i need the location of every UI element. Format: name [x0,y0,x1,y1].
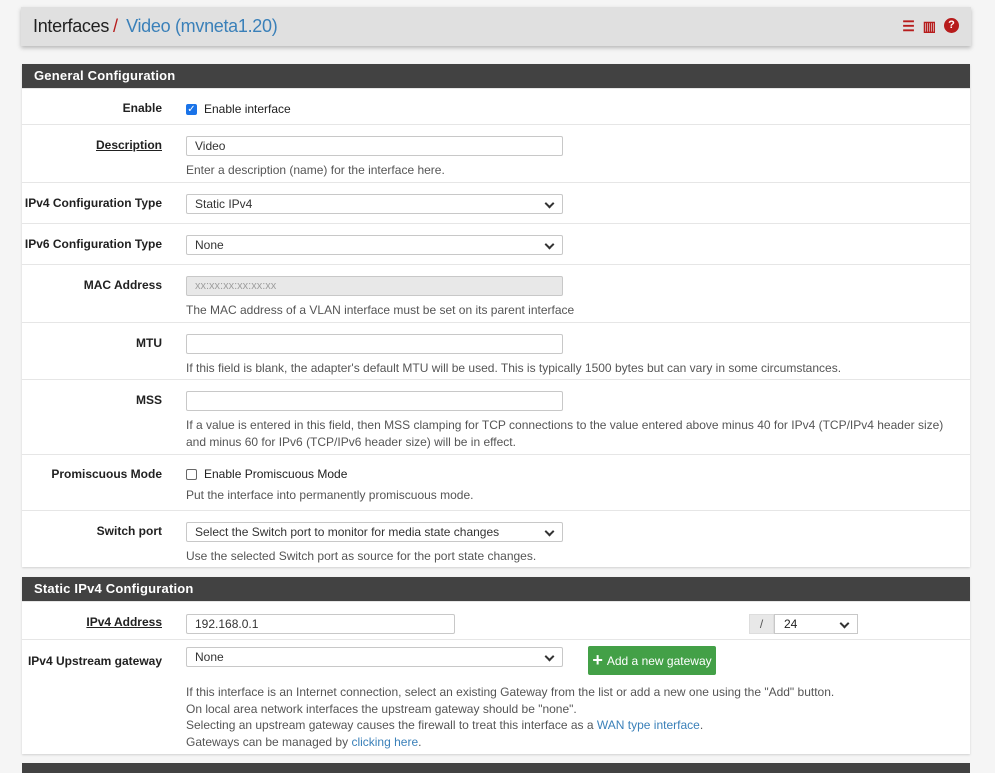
ipv6-type-row: IPv6 Configuration Type None [22,223,970,264]
description-row: Description Video Enter a description (na… [22,124,970,182]
cidr-slash: / [749,614,774,634]
sliders-icon[interactable]: ☰ [902,18,915,35]
mss-help: If a value is entered in this field, the… [186,418,944,449]
mtu-input[interactable] [186,334,563,354]
promiscuous-help: Put the interface into permanently promi… [186,488,474,502]
description-help: Enter a description (name) for the inter… [186,163,445,177]
description-input[interactable]: Video [186,136,563,156]
mac-help: The MAC address of a VLAN interface must… [186,303,575,317]
wan-type-link[interactable]: WAN type interface [597,718,700,732]
gateway-row: IPv4 Upstream gateway None + Add a new ga… [22,639,970,754]
gateway-label: IPv4 Upstream gateway [27,654,162,668]
panel-heading: General Configuration [22,64,970,88]
mss-label: MSS [135,393,162,407]
period: . [699,718,704,732]
add-gateway-button[interactable]: + Add a new gateway [588,646,716,675]
next-panel-heading [22,763,970,773]
checkbox-checked-icon[interactable]: ✓ [186,103,197,115]
gateway-select[interactable]: None [186,647,563,667]
ipv4-type-row: IPv4 Configuration Type Static IPv4 [22,182,970,223]
mss-input[interactable] [186,391,563,411]
switch-port-row: Switch port Select the Switch port to mo… [22,510,970,567]
enable-label: Enable [122,101,162,115]
promiscuous-checkbox-label: Enable Promiscuous Mode [204,467,348,481]
enable-checkbox[interactable]: ✓ Enable interface [186,102,950,116]
mss-row: MSS If a value is entered in this field,… [22,379,970,454]
enable-row: Enable ✓ Enable interface [22,88,970,124]
help-icon[interactable]: ? [944,18,959,33]
general-configuration-panel: General Configuration Enable ✓ Enable int… [22,64,970,567]
plus-icon: + [592,650,603,670]
breadcrumb-separator: / [113,16,119,36]
gateway-help-1: If this interface is an Internet connect… [186,685,835,699]
ipv4-address-label[interactable]: IPv4 Address [22,615,162,629]
gateway-help-2: On local area network interfaces the ups… [186,701,577,716]
add-gateway-label: Add a new gateway [606,653,712,668]
ipv4-type-select[interactable]: Static IPv4 [186,194,563,214]
breadcrumb: Interfaces / Video (mvneta1.20) ☰ ▥ ? [21,7,971,46]
mtu-help: If this field is blank, the adapter's de… [186,361,842,375]
promiscuous-row: Promiscuous Mode Enable Promiscuous Mode… [22,454,970,510]
ipv6-type-label: IPv6 Configuration Type [24,237,162,251]
period: . [418,734,422,749]
mac-input[interactable]: xx:xx:xx:xx:xx:xx [186,276,563,296]
cidr-select[interactable]: 24 [774,614,858,634]
gateway-help: If this interface is an Internet connect… [186,684,950,750]
breadcrumb-current[interactable]: Video (mvneta1.20) [126,16,278,37]
ipv4-address-input[interactable]: 192.168.0.1 [186,614,455,634]
panel-heading: Static IPv4 Configuration [22,577,970,601]
mtu-label: MTU [136,336,162,350]
mtu-row: MTU If this field is blank, the adapter'… [22,322,970,379]
gateway-help-4: Gateways can be managed by [186,734,352,749]
switch-port-help: Use the selected Switch port as source f… [186,549,537,563]
switch-port-label: Switch port [96,524,162,538]
ipv4-type-label: IPv4 Configuration Type [24,196,162,210]
description-label[interactable]: Description [22,138,162,152]
mac-row: MAC Address xx:xx:xx:xx:xx:xx The MAC add… [22,264,970,322]
gateway-help-3: Selecting an upstream gateway causes the… [186,718,597,732]
promiscuous-label: Promiscuous Mode [51,467,162,481]
ipv6-type-select[interactable]: None [186,235,563,255]
checkbox-unchecked-icon[interactable] [186,468,197,480]
switch-port-select[interactable]: Select the Switch port to monitor for me… [186,522,563,542]
static-ipv4-panel: Static IPv4 Configuration IPv4 Address 1… [22,577,970,754]
clicking-here-link[interactable]: clicking here [351,735,418,749]
promiscuous-checkbox[interactable]: Enable Promiscuous Mode [186,467,950,481]
breadcrumb-interfaces[interactable]: Interfaces [33,16,109,37]
ipv4-address-row: IPv4 Address 192.168.0.1 / 24 [22,601,970,639]
enable-checkbox-label: Enable interface [204,102,291,116]
bar-chart-icon[interactable]: ▥ [923,18,936,35]
mac-label: MAC Address [83,278,162,292]
